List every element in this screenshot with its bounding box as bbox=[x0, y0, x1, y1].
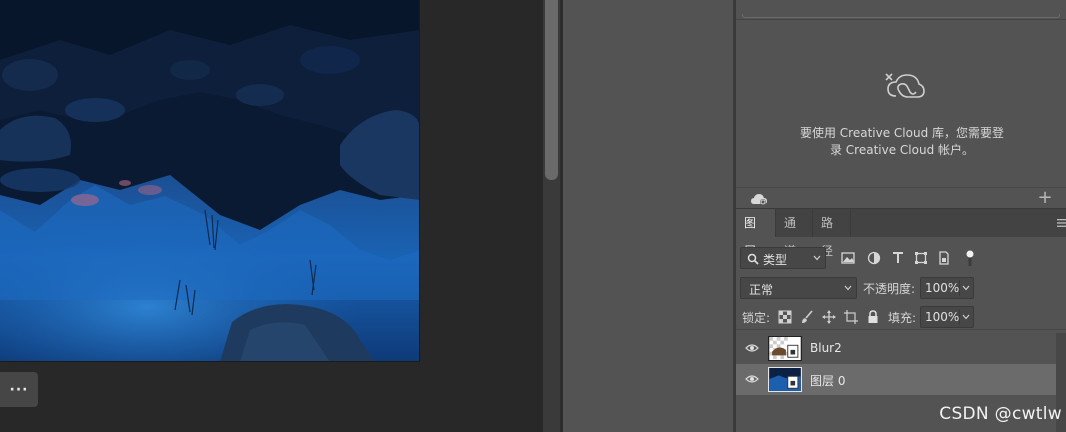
fill-label: 填充: bbox=[888, 311, 917, 325]
right-panel-dock: 要使用 Creative Cloud 库，您需要登 录 Creative Clo… bbox=[736, 0, 1066, 432]
message-line-2: 录 Creative Cloud 帐户。 bbox=[829, 143, 975, 157]
shape-filter-icon[interactable] bbox=[913, 250, 929, 266]
blend-opacity-row: 正常 不透明度: 100% bbox=[736, 277, 1066, 301]
lock-transparent-icon[interactable] bbox=[778, 310, 792, 324]
layer-thumbnail-layer0 bbox=[768, 367, 802, 392]
smart-object-filter-icon[interactable] bbox=[936, 250, 952, 266]
watermark-text: CSDN @cwtlw bbox=[939, 404, 1062, 424]
libraries-footer: + bbox=[736, 187, 1066, 208]
eye-icon[interactable] bbox=[745, 374, 759, 384]
layer-thumbnail-blur2 bbox=[768, 336, 802, 361]
tab-layers[interactable]: 图层 bbox=[736, 209, 776, 258]
cloud-sync-icon[interactable] bbox=[750, 193, 768, 205]
libraries-search-strip[interactable] bbox=[736, 0, 1066, 18]
eye-icon[interactable] bbox=[745, 343, 759, 353]
type-filter-icon[interactable] bbox=[890, 250, 906, 266]
filter-kind-label: 类型 bbox=[763, 253, 788, 267]
add-library-button[interactable]: + bbox=[1036, 188, 1054, 208]
layers-panel: 图层 通道 路径 类型 bbox=[736, 208, 1066, 432]
scrollbar-thumb[interactable] bbox=[545, 0, 558, 180]
lock-fill-row: 锁定: 填充: 100% bbox=[736, 306, 1066, 330]
tab-channels[interactable]: 通道 bbox=[776, 209, 813, 258]
lock-position-icon[interactable] bbox=[822, 310, 836, 324]
lock-artboard-icon[interactable] bbox=[844, 310, 858, 324]
lock-all-icon[interactable] bbox=[866, 310, 880, 324]
layers-tab-bar: 图层 通道 路径 bbox=[736, 209, 1066, 258]
canvas-vertical-scrollbar[interactable] bbox=[543, 0, 560, 432]
chevron-down-icon[interactable] bbox=[962, 285, 970, 291]
libraries-search-field[interactable] bbox=[742, 14, 1060, 18]
layer-row-layer0[interactable]: 图层 0 bbox=[736, 364, 1056, 395]
layer-filter-row: 类型 bbox=[736, 247, 1066, 271]
message-line-1: 要使用 Creative Cloud 库，您需要登 bbox=[799, 126, 1005, 140]
chevron-down-icon[interactable] bbox=[962, 314, 970, 320]
canvas-area[interactable]: ··· bbox=[0, 0, 543, 432]
collapsed-panel-area bbox=[563, 0, 735, 432]
opacity-value[interactable]: 100% bbox=[925, 281, 959, 295]
night-lake-photo bbox=[0, 0, 419, 361]
chevron-down-icon bbox=[813, 255, 821, 261]
tab-paths[interactable]: 路径 bbox=[813, 209, 851, 258]
field-separator bbox=[959, 309, 960, 325]
lock-pixels-icon[interactable] bbox=[800, 310, 814, 324]
image-filter-icon[interactable] bbox=[840, 250, 856, 266]
chevron-down-icon bbox=[844, 285, 852, 291]
libraries-signin-message: 要使用 Creative Cloud 库，您需要登 录 Creative Clo… bbox=[792, 125, 1012, 159]
layer-name[interactable]: Blur2 bbox=[810, 341, 842, 355]
divider bbox=[736, 19, 1066, 20]
more-options-button[interactable]: ··· bbox=[0, 372, 38, 407]
field-separator bbox=[959, 280, 960, 296]
filter-toggle-icon[interactable] bbox=[962, 250, 978, 266]
adjustment-filter-icon[interactable] bbox=[866, 250, 882, 266]
creative-cloud-icon bbox=[885, 73, 925, 98]
blend-mode-select[interactable]: 正常 bbox=[740, 277, 857, 299]
opacity-label: 不透明度: bbox=[863, 282, 916, 296]
panel-menu-icon[interactable] bbox=[1056, 218, 1066, 228]
fill-value[interactable]: 100% bbox=[925, 310, 959, 324]
opacity-input[interactable]: 100% bbox=[920, 277, 974, 299]
layer-name[interactable]: 图层 0 bbox=[810, 372, 845, 389]
lock-label: 锁定: bbox=[742, 311, 771, 325]
blend-mode-label: 正常 bbox=[749, 283, 774, 297]
filter-kind-select[interactable]: 类型 bbox=[740, 247, 826, 269]
document-image[interactable] bbox=[0, 0, 420, 362]
search-icon bbox=[747, 253, 759, 265]
libraries-panel: 要使用 Creative Cloud 库，您需要登 录 Creative Clo… bbox=[736, 0, 1066, 208]
fill-input[interactable]: 100% bbox=[920, 306, 974, 328]
layer-row-blur2[interactable]: Blur2 bbox=[736, 333, 1056, 364]
